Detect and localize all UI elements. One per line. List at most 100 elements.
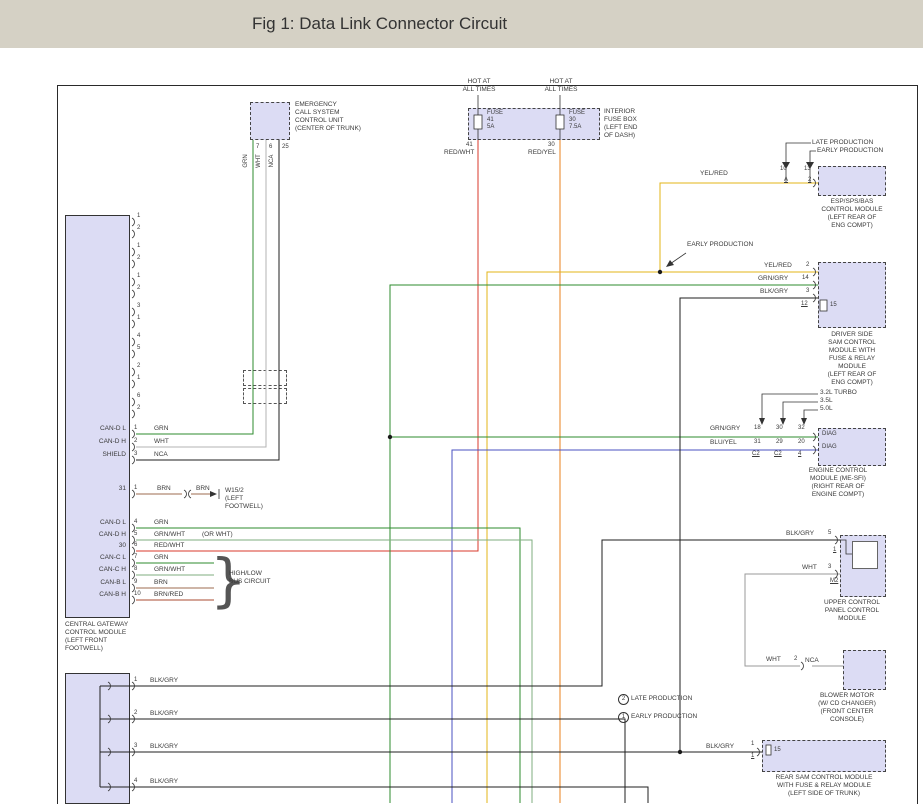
terminal-number: 41 <box>466 142 473 149</box>
pin-number: 7 <box>134 554 137 561</box>
row-name: 31 <box>68 485 126 493</box>
pin-number: 1 <box>134 485 137 492</box>
label-line: ENG COMPT) <box>818 222 886 230</box>
emergency-unit-label: EMERGENCY CALL SYSTEM CONTROL UNIT (CENT… <box>295 101 361 133</box>
wire-color-label: WHT <box>154 438 169 446</box>
connector-id: A <box>784 177 788 184</box>
blower-motor-box <box>843 650 886 690</box>
early-production-note: EARLY PRODUCTION <box>817 147 883 155</box>
fuse-number: 15 <box>830 302 837 309</box>
label-line: (LEFT SIDE OF TRUNK) <box>762 790 886 798</box>
wire-color-label: BRN <box>196 485 210 493</box>
wire-color-label: RED/WHT <box>154 542 184 550</box>
ground-point-label: W15/2 (LEFT FOOTWELL) <box>225 487 263 511</box>
label-line: HOT AT <box>460 78 498 86</box>
pin-number: 5 <box>828 530 831 537</box>
wire-color-label: YEL/RED <box>764 262 792 270</box>
wire-color-label: RED/YEL <box>528 149 556 157</box>
label-line: EMERGENCY <box>295 101 361 109</box>
label-line: (W/ CD CHANGER) <box>808 700 886 708</box>
row-name: SHIELD <box>68 451 126 459</box>
connector-id: C2 <box>774 451 782 458</box>
wire-color-label: WHT <box>256 149 262 173</box>
wire-color-label: BRN <box>154 579 168 587</box>
pin-number: 32 <box>798 425 805 432</box>
label-line: CONTROL MODULE <box>65 629 128 637</box>
pin-number: 1 <box>137 315 140 322</box>
pin-number: 2 <box>794 656 797 663</box>
wire-color-label: BLK/GRY <box>760 288 788 296</box>
pin-number: 13 <box>804 166 811 173</box>
label-line: INTERIOR <box>604 108 637 116</box>
label-line: (FRONT CENTER <box>808 708 886 716</box>
wire-color-label: WHT <box>766 656 781 664</box>
rear-sam-label: REAR SAM CONTROL MODULE WITH FUSE & RELA… <box>762 774 886 798</box>
engine-variant-label: 5.0L <box>820 405 833 413</box>
label-line: MODULE <box>818 363 886 371</box>
pin-number: 7 <box>256 144 259 151</box>
connector-id: 2 <box>808 177 811 184</box>
fuse-label: FUSE <box>487 110 503 117</box>
pin-number: 3 <box>806 288 809 295</box>
legend-symbol-late: 2 <box>618 694 629 705</box>
wire-color-label: GRN <box>243 149 249 173</box>
pin-number: 6 <box>134 542 137 549</box>
label-line: (LEFT <box>225 495 263 503</box>
pin-number: 25 <box>282 144 289 151</box>
wire-color-label: GRN <box>154 554 168 562</box>
engine-module-label: ENGINE CONTROL MODULE (ME-SFI) (RIGHT RE… <box>790 467 886 499</box>
wire-color-label: YEL/RED <box>700 170 728 178</box>
legend-symbol-early: 1 <box>618 712 629 723</box>
wire-color-label: BLU/YEL <box>710 439 737 447</box>
connector-id: 12 <box>801 301 808 308</box>
fusebox-label: INTERIOR FUSE BOX (LEFT END OF DASH) <box>604 108 637 140</box>
wire-color-label: BLK/GRY <box>786 530 814 538</box>
pin-number: 3 <box>137 303 140 310</box>
pin-number: 18 <box>754 425 761 432</box>
engine-variant-label: 3.2L TURBO <box>820 389 857 397</box>
wire-color-label: BLK/GRY <box>150 677 178 685</box>
label-line: ENGINE COMPT) <box>790 491 886 499</box>
pin-number: 1 <box>137 375 140 382</box>
pin-number: 2 <box>134 438 137 445</box>
pin-number: 2 <box>806 262 809 269</box>
pin-number: 5 <box>137 345 140 352</box>
pin-number: 31 <box>754 439 761 446</box>
diagram-frame <box>57 85 918 804</box>
pin-number: 2 <box>137 225 140 232</box>
pin-number: 5 <box>134 531 137 538</box>
pin-number: 3 <box>828 564 831 571</box>
row-name: 30 <box>68 542 126 550</box>
label-line: (LEFT REAR OF <box>818 371 886 379</box>
data-link-connector-box <box>65 673 130 804</box>
label-line: OF DASH) <box>604 132 637 140</box>
pin-number: 1 <box>751 741 754 748</box>
wire-color-label: NCA <box>269 149 275 173</box>
pin-number: 20 <box>798 439 805 446</box>
wire-color-label: RED/WHT <box>444 149 474 157</box>
pin-number: 2 <box>137 285 140 292</box>
pin-number: 30 <box>776 425 783 432</box>
ucp-label: UPPER CONTROL PANEL CONTROL MODULE <box>818 599 886 623</box>
label-line: HOT AT <box>542 78 580 86</box>
label-line: PANEL CONTROL <box>818 607 886 615</box>
fuse-rating: 7.5A <box>569 124 581 131</box>
label-line: (LEFT REAR OF <box>818 214 886 222</box>
label-line: CENTRAL GATEWAY <box>65 621 128 629</box>
row-name: CAN-D L <box>68 519 126 527</box>
fuse-number: 15 <box>774 747 781 754</box>
pin-number: 29 <box>776 439 783 446</box>
wire-color-label: BLK/GRY <box>150 710 178 718</box>
pin-number: 6 <box>137 393 140 400</box>
pin-number: 4 <box>137 333 140 340</box>
row-name: CAN-B L <box>68 579 126 587</box>
wire-color-label: GRN/GRY <box>758 275 788 283</box>
label-line: MODULE WITH <box>818 347 886 355</box>
wire-color-label: BRN/RED <box>154 591 183 599</box>
pin-number: 2 <box>137 255 140 262</box>
row-name: CAN-C H <box>68 566 126 574</box>
rear-sam-module-box <box>762 740 886 772</box>
label-line: CONTROL UNIT <box>295 117 361 125</box>
hot-at-all-times-label: HOT AT ALL TIMES <box>542 78 580 94</box>
figure-title: Fig 1: Data Link Connector Circuit <box>252 14 507 34</box>
